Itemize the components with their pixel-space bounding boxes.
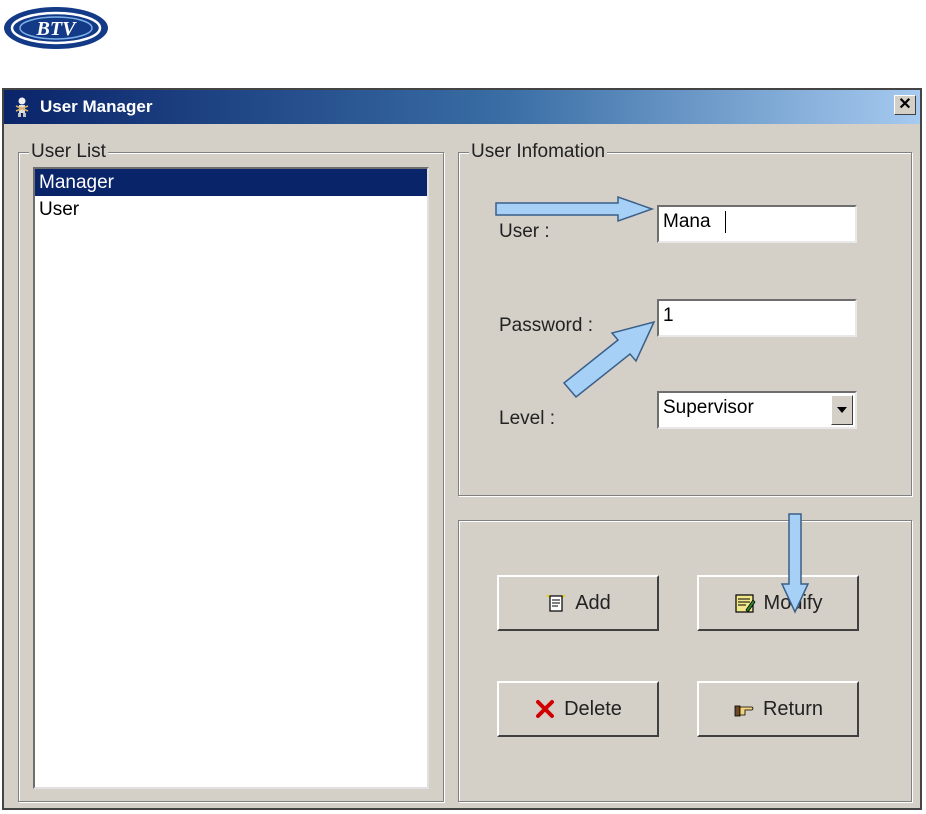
list-item-manager[interactable]: Manager: [35, 169, 427, 196]
return-button[interactable]: Return: [697, 681, 859, 737]
user-listbox[interactable]: Manager User: [33, 167, 429, 789]
user-input-value: Mana: [663, 211, 711, 232]
modify-document-icon: [734, 594, 756, 613]
pointing-hand-icon: [734, 705, 754, 717]
add-button-label: Add: [575, 591, 611, 614]
add-button[interactable]: Add: [497, 575, 659, 631]
password-input-value: 1: [663, 305, 674, 326]
modify-button-label: Modify: [763, 591, 823, 614]
user-input[interactable]: Mana: [657, 205, 857, 243]
password-input[interactable]: 1: [657, 299, 857, 337]
user-info-group: User Infomation User : Mana Password : 1…: [458, 141, 912, 496]
delete-x-icon: [536, 700, 555, 718]
user-manager-window: User Manager ✕ User List Manager User Us…: [2, 88, 922, 810]
close-icon: ✕: [898, 96, 912, 113]
list-item-user[interactable]: User: [35, 196, 427, 223]
modify-button[interactable]: Modify: [697, 575, 859, 631]
level-select[interactable]: Supervisor: [657, 391, 857, 429]
delete-button[interactable]: Delete: [497, 681, 659, 737]
user-list-group-label: User List: [29, 141, 108, 163]
level-field-label: Level :: [499, 408, 555, 429]
app-icon: [15, 97, 29, 117]
delete-button-label: Delete: [564, 697, 622, 720]
text-caret: [724, 210, 726, 233]
chevron-down-icon[interactable]: [831, 395, 853, 425]
title-bar[interactable]: User Manager ✕: [4, 90, 920, 124]
action-buttons-group: Add Modify Delete Return: [458, 520, 912, 802]
close-button[interactable]: ✕: [894, 95, 916, 115]
user-info-group-label: User Infomation: [469, 141, 608, 163]
add-document-icon: [546, 594, 566, 612]
window-title: User Manager: [40, 97, 153, 116]
user-field-label: User :: [499, 221, 550, 242]
user-list-group: User List Manager User: [18, 141, 444, 802]
level-select-value: Supervisor: [663, 397, 754, 418]
btv-logo: BTV: [4, 7, 108, 49]
return-button-label: Return: [762, 697, 824, 720]
password-field-label: Password :: [499, 315, 593, 336]
svg-text:BTV: BTV: [36, 18, 78, 40]
